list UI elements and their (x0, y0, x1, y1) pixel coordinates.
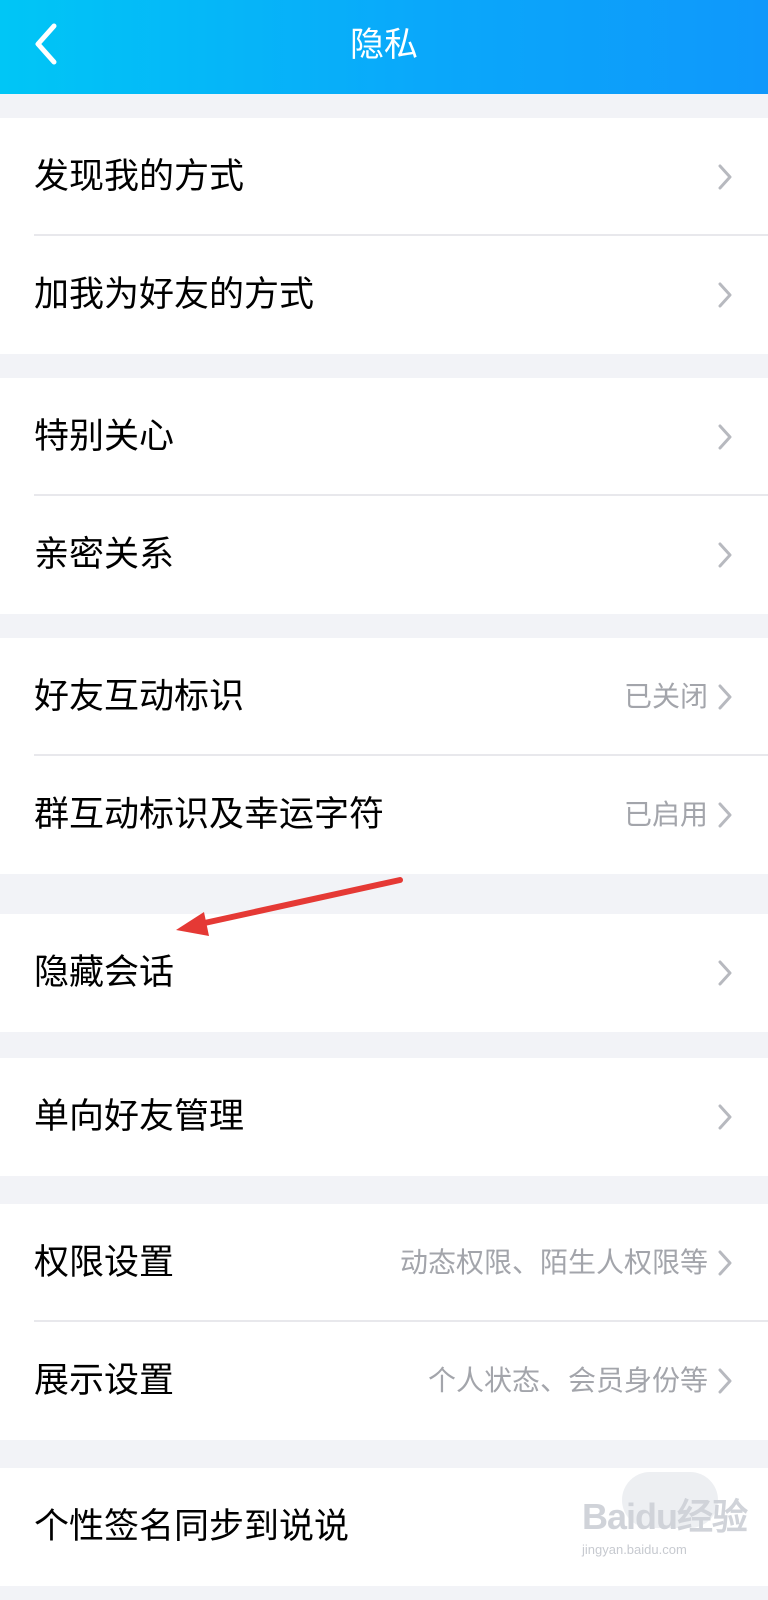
chevron-right-icon (718, 960, 732, 986)
chevron-right-icon (718, 802, 732, 828)
row-label: 亲密关系 (34, 535, 175, 575)
setting-add-friend-method[interactable]: 加我为好友的方式 (0, 236, 768, 354)
watermark-subtext: jingyan.baidu.com (582, 1542, 687, 1557)
watermark: Baidu经验 jingyan.baidu.com (582, 1470, 762, 1565)
row-label: 单向好友管理 (34, 1097, 245, 1137)
row-label: 加我为好友的方式 (34, 275, 315, 315)
row-label: 群互动标识及幸运字符 (34, 795, 385, 835)
row-label: 隐藏会话 (34, 953, 175, 993)
chevron-right-icon (718, 282, 732, 308)
setting-group-interaction-badge[interactable]: 群互动标识及幸运字符 已启用 (0, 756, 768, 874)
row-label: 好友互动标识 (34, 677, 245, 717)
row-summary-value: 动态权限、陌生人权限等 (399, 1246, 708, 1279)
chevron-right-icon (718, 542, 732, 568)
row-label: 特别关心 (34, 417, 175, 457)
setting-one-way-friends[interactable]: 单向好友管理 (0, 1058, 768, 1176)
row-status-value: 已关闭 (623, 680, 708, 713)
row-summary-value: 个人状态、会员身份等 (427, 1364, 708, 1397)
watermark-text: Baidu经验 (582, 1496, 748, 1537)
page-title: 隐私 (350, 25, 418, 65)
chevron-right-icon (718, 424, 732, 450)
setting-friend-interaction-badge[interactable]: 好友互动标识 已关闭 (0, 638, 768, 756)
row-label: 发现我的方式 (34, 157, 245, 197)
row-label: 展示设置 (34, 1361, 175, 1401)
chevron-right-icon (718, 1368, 732, 1394)
header-bar: 隐私 (0, 0, 768, 94)
setting-display[interactable]: 展示设置 个人状态、会员身份等 (0, 1322, 768, 1440)
setting-special-care[interactable]: 特别关心 (0, 378, 768, 496)
chevron-right-icon (718, 1104, 732, 1130)
row-label: 个性签名同步到说说 (34, 1507, 350, 1547)
setting-hidden-conversations[interactable]: 隐藏会话 (0, 914, 768, 1032)
chevron-right-icon (718, 1250, 732, 1276)
chevron-right-icon (718, 164, 732, 190)
setting-find-me-method[interactable]: 发现我的方式 (0, 118, 768, 236)
chevron-right-icon (718, 684, 732, 710)
setting-intimate-relation[interactable]: 亲密关系 (0, 496, 768, 614)
row-label: 权限设置 (34, 1243, 175, 1283)
setting-permissions[interactable]: 权限设置 动态权限、陌生人权限等 (0, 1204, 768, 1322)
row-status-value: 已启用 (623, 798, 708, 831)
